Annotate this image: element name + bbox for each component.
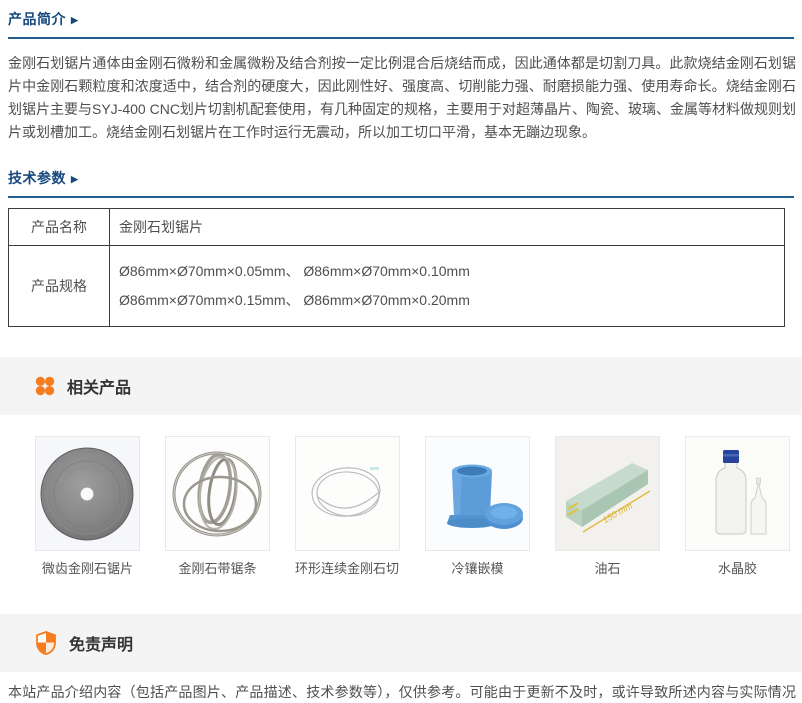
product-image-mounting-mold [425,436,530,551]
product-card-label[interactable]: 微齿金刚石锯片 [35,561,140,576]
spec-size-line: Ø86mm×Ø70mm×0.15mm、 Ø86mm×Ø70mm×0.20mm [119,286,784,315]
shield-icon [35,631,57,655]
spec-label-product-size: 产品规格 [9,246,110,327]
blue-mold-cup-image [426,437,529,550]
related-products-title: 相关产品 [67,374,131,398]
spec-size-line: Ø86mm×Ø70mm×0.05mm、 Ø86mm×Ø70mm×0.10mm [119,257,784,286]
diamond-wire-loop-image [296,437,399,550]
product-card-label[interactable]: 油石 [555,561,660,576]
product-detail-page: 产品简介 ▶ 金刚石划锯片通体由金刚石微粉和金属微粉及结合剂按一定比例混合后烧结而… [0,0,802,703]
disclaimer-title: 免责声明 [69,631,133,655]
section-title-intro-text: 产品简介 [8,11,66,27]
product-image-band-saw [165,436,270,551]
product-card-oilstone[interactable]: 150 mm 油石 [555,436,660,576]
section-title-specs-text: 技术参数 [8,170,66,186]
disclaimer-paragraph: 本站产品介绍内容（包括产品图片、产品描述、技术参数等），仅供参考。可能由于更新不… [0,681,802,703]
spec-label-product-name: 产品名称 [9,209,110,246]
product-card-saw-blade[interactable]: 微齿金刚石锯片 [35,436,140,576]
intro-paragraph: 金刚石划锯片通体由金刚石微粉和金属微粉及结合剂按一定比例混合后烧结而成，因此通体… [0,52,802,144]
product-card-band-saw[interactable]: 金刚石带锯条 [165,436,270,576]
product-image-saw-blade [35,436,140,551]
product-card-cutting-wire[interactable]: 环形连续金刚石切... [295,436,400,576]
related-products-band: 相关产品 [0,357,802,415]
table-row: 产品规格 Ø86mm×Ø70mm×0.05mm、 Ø86mm×Ø70mm×0.1… [9,246,785,327]
spec-value-product-name: 金刚石划锯片 [110,209,785,246]
clover-icon [35,376,55,396]
product-card-label[interactable]: 水晶胶 [685,561,790,576]
arrow-right-icon: ▶ [71,15,78,25]
product-image-oilstone: 150 mm [555,436,660,551]
diamond-band-saw-image [166,437,269,550]
related-products-list: 微齿金刚石锯片 金刚石带锯条 [0,436,802,576]
product-card-label[interactable]: 冷镶嵌模 [425,561,530,576]
section-title-intro: 产品简介 ▶ [8,0,802,29]
spec-value-product-size: Ø86mm×Ø70mm×0.05mm、 Ø86mm×Ø70mm×0.10mm Ø… [110,246,785,327]
section-divider [8,37,794,39]
arrow-right-icon: ▶ [71,174,78,184]
oilstone-image: 150 mm [556,437,659,550]
product-image-cutting-wire [295,436,400,551]
glue-bottles-image [686,437,789,550]
product-card-label[interactable]: 金刚石带锯条 [165,561,270,576]
section-divider [8,196,794,198]
diamond-saw-blade-image [36,437,139,550]
product-card-crystal-glue[interactable]: 水晶胶 [685,436,790,576]
disclaimer-band: 免责声明 [0,614,802,672]
product-card-label[interactable]: 环形连续金刚石切... [295,561,400,576]
spec-table: 产品名称 金刚石划锯片 产品规格 Ø86mm×Ø70mm×0.05mm、 Ø86… [8,208,785,327]
section-title-specs: 技术参数 ▶ [8,159,802,188]
table-row: 产品名称 金刚石划锯片 [9,209,785,246]
product-image-crystal-glue [685,436,790,551]
product-card-mounting-mold[interactable]: 冷镶嵌模 [425,436,530,576]
